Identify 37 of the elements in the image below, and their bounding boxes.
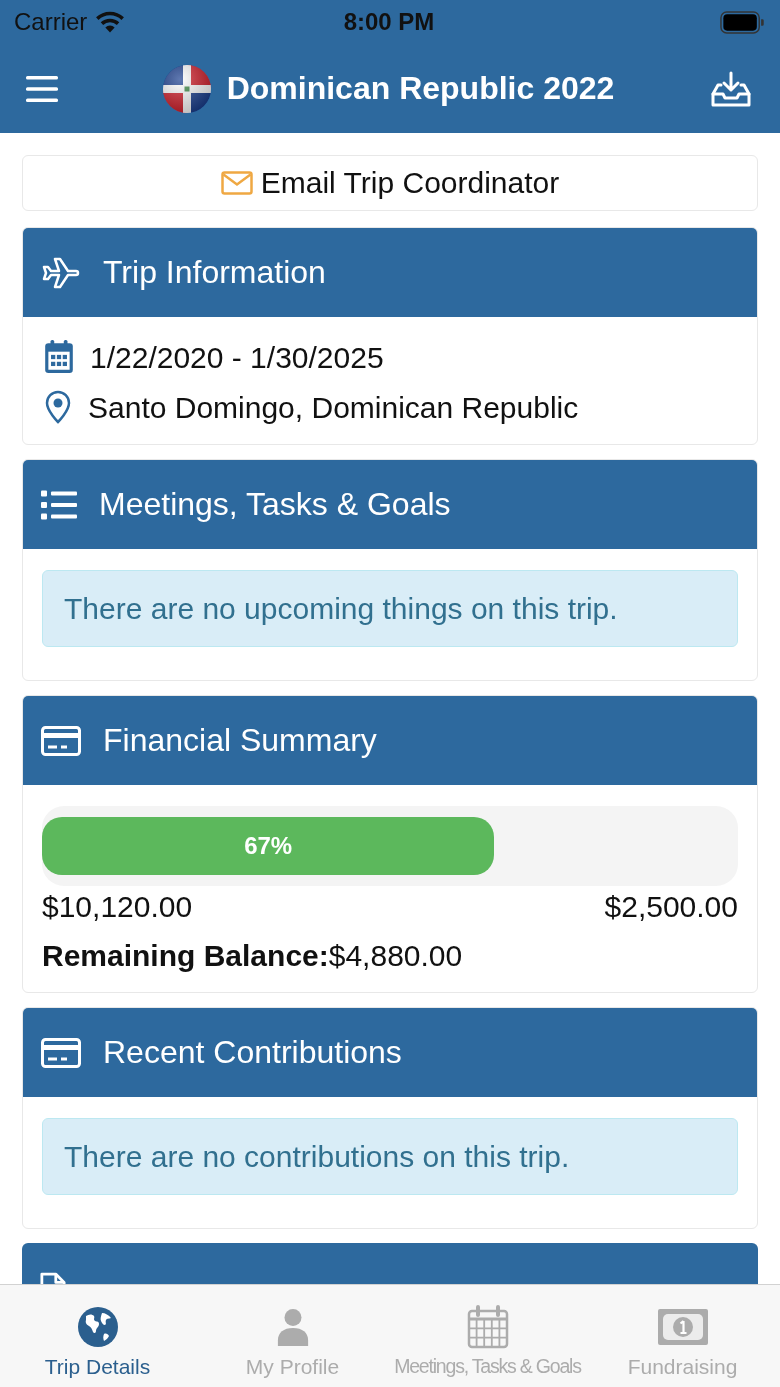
globe-icon <box>77 1307 118 1347</box>
carrier-name: Carrier <box>14 10 88 34</box>
empty-notice: There are no upcoming things on this trip. <box>42 570 738 647</box>
tab[interactable]: Trip Details <box>0 1285 195 1387</box>
map-pin-icon <box>44 390 72 424</box>
progress-fill: 67% <box>42 817 495 875</box>
right-amount: $2,500.00 <box>604 888 738 925</box>
credit-card-icon <box>41 1037 81 1068</box>
battery-icon <box>720 10 764 34</box>
envelope-icon <box>220 171 253 195</box>
section-title: Recent Contributions <box>102 1034 403 1071</box>
trip-location: Santo Domingo, Dominican Republic <box>88 390 579 424</box>
menu-icon[interactable] <box>26 75 58 102</box>
section-title: Meetings, Tasks & Goals <box>98 486 452 523</box>
section-title: Trip Information <box>102 254 327 291</box>
list-icon <box>41 489 77 520</box>
remaining-balance-label: Remaining Balance: <box>42 937 329 974</box>
wifi-icon <box>95 11 126 33</box>
tab[interactable]: Meetings, Tasks & Goals <box>390 1285 585 1387</box>
person-icon <box>275 1307 310 1347</box>
download-icon[interactable] <box>711 70 751 107</box>
page-title: Dominican Republic 2022 <box>226 70 615 107</box>
calendar-icon <box>44 340 74 374</box>
section-title: Financial Summary <box>102 722 378 759</box>
trip-dates: 1/22/2020 - 1/30/2025 <box>90 340 384 374</box>
calendar-icon <box>466 1305 509 1349</box>
banknote-icon <box>657 1309 708 1345</box>
left-amount: $10,120.00 <box>42 888 193 925</box>
tab[interactable]: Fundraising <box>585 1285 780 1387</box>
tab[interactable]: My Profile <box>195 1285 390 1387</box>
clock-time: 8:00 PM <box>343 10 435 34</box>
remaining-balance-value: $4,880.00 <box>328 937 463 974</box>
airplane-icon <box>41 256 81 289</box>
email-coordinator-button[interactable]: Email Trip Coordinator <box>22 155 758 211</box>
flag-icon <box>162 64 211 113</box>
credit-card-icon <box>41 725 81 756</box>
empty-notice: There are no contributions on this trip. <box>42 1118 738 1195</box>
